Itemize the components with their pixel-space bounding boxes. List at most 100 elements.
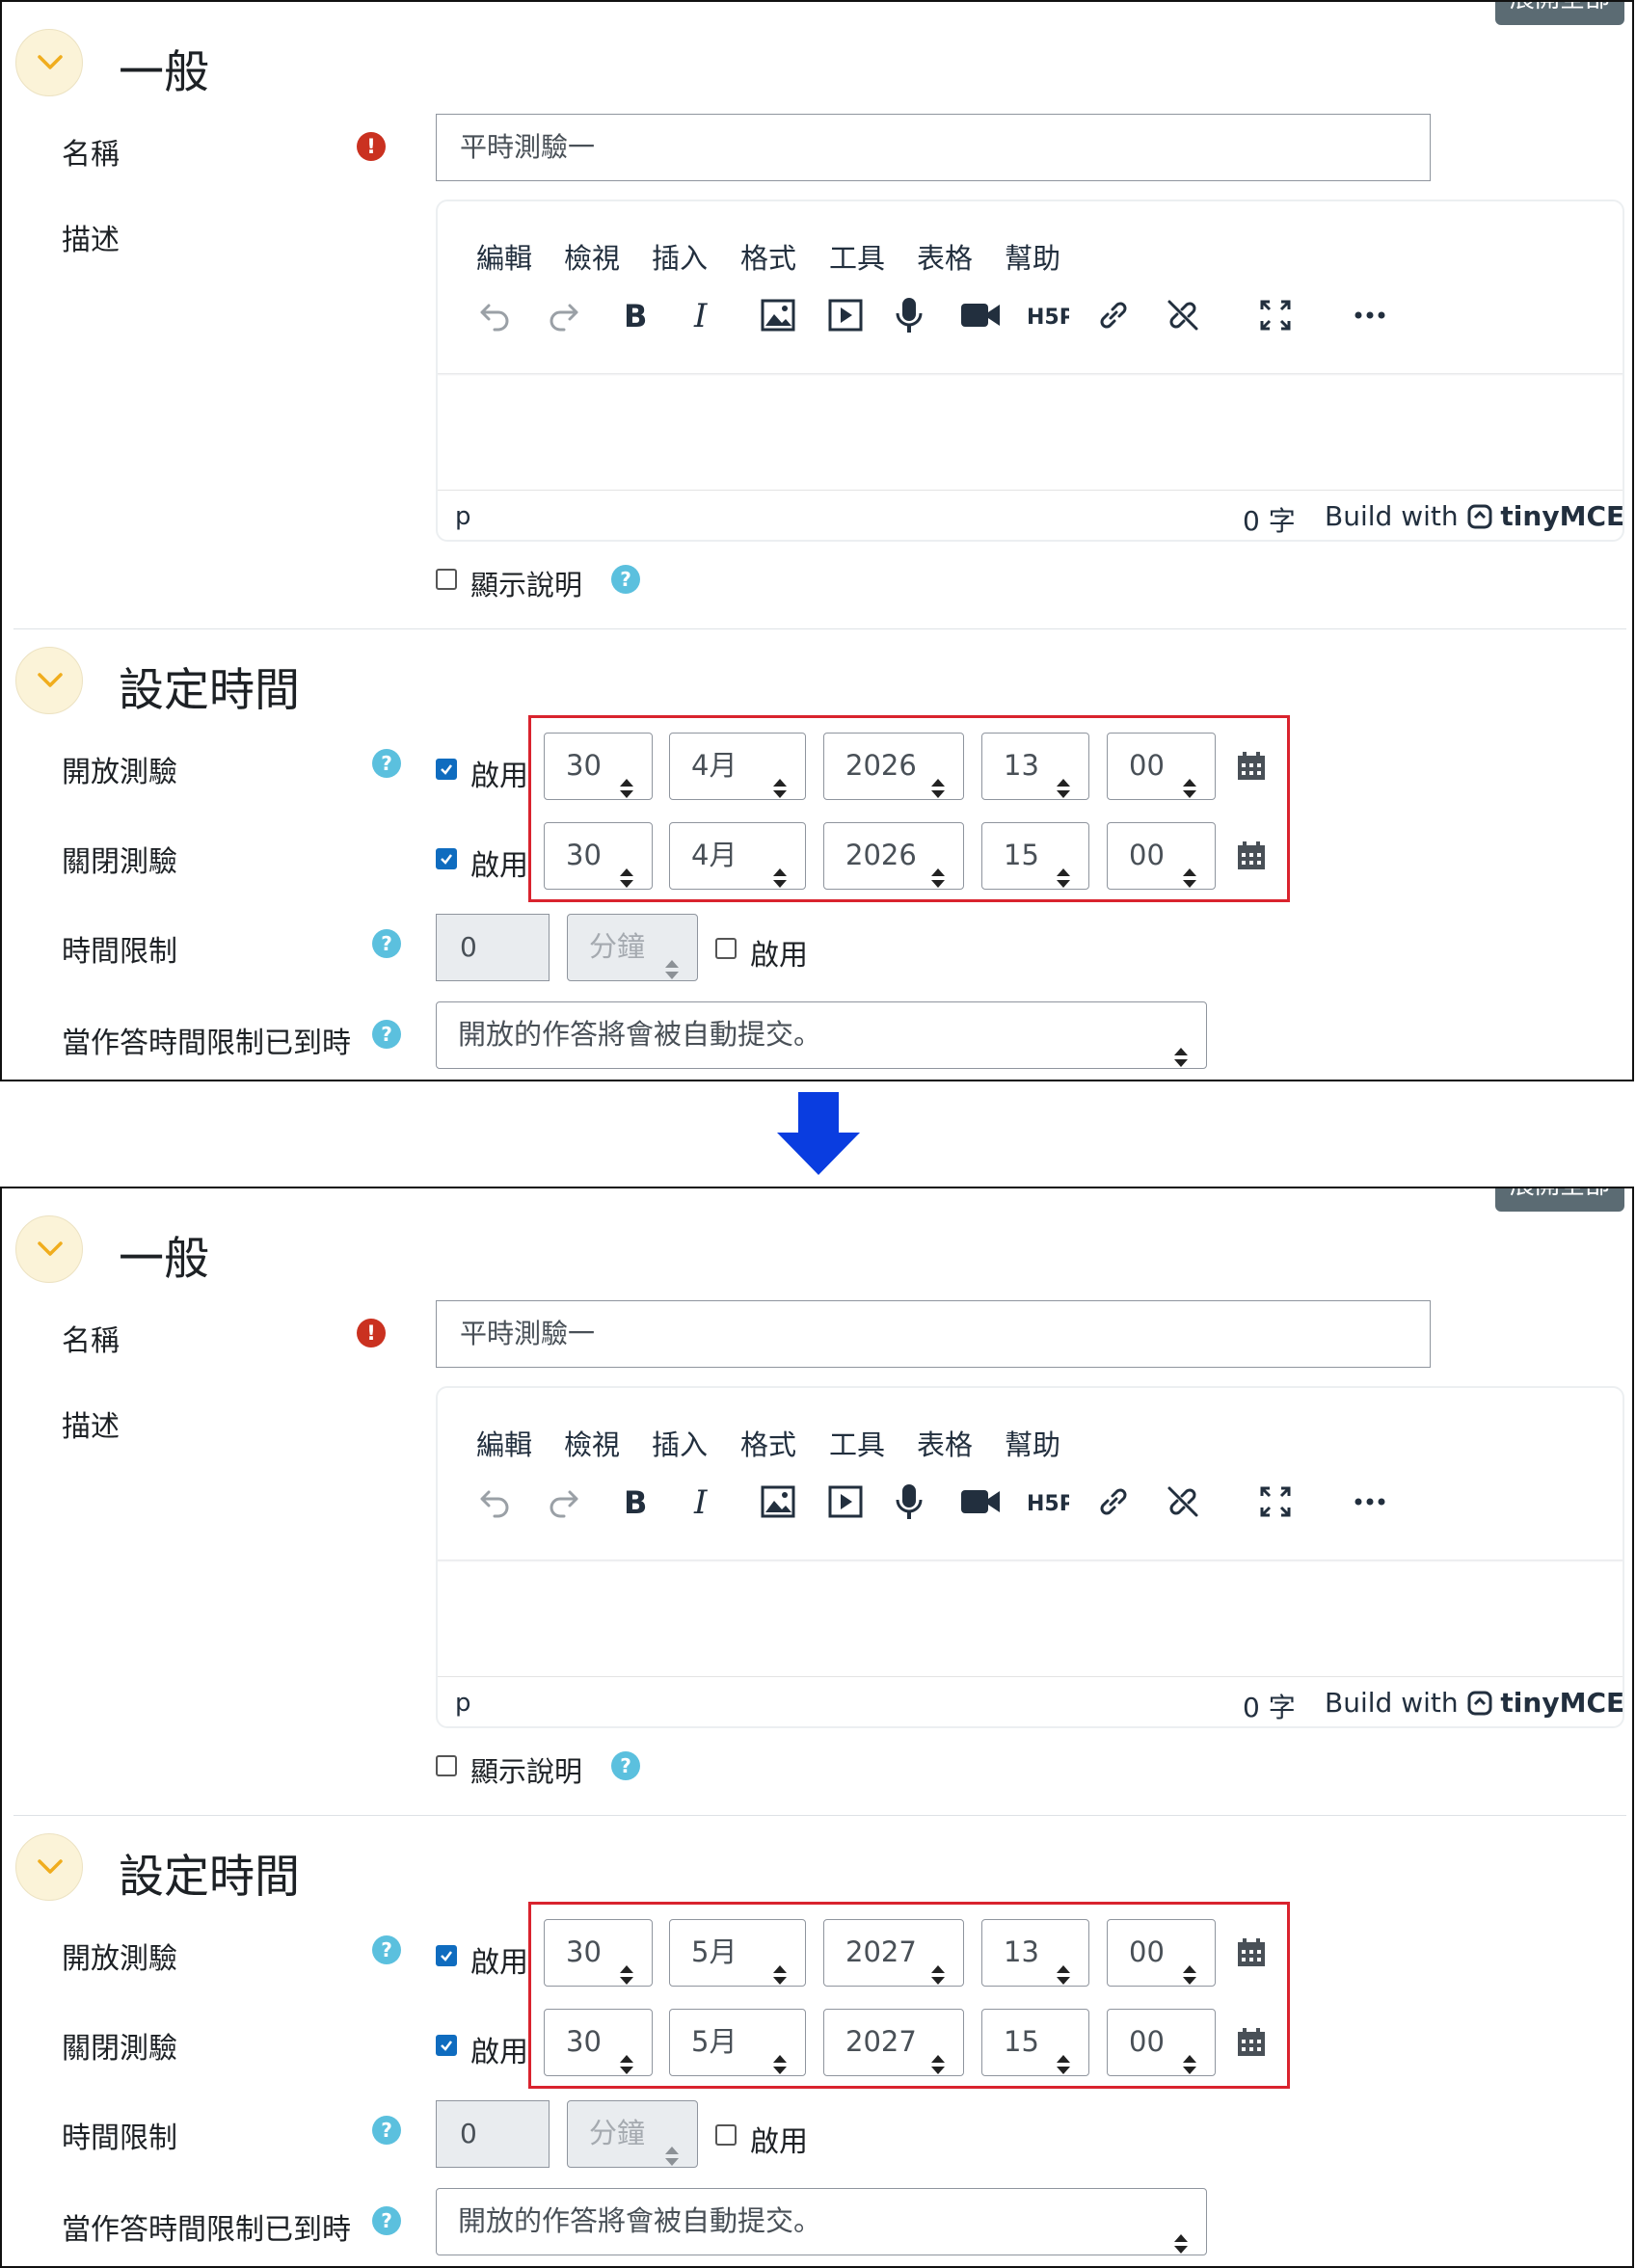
help-icon[interactable]: ? <box>611 1751 640 1780</box>
resize-handle-icon[interactable] <box>1633 1698 1634 1718</box>
h5p-button[interactable]: H5P <box>1022 288 1070 342</box>
help-icon[interactable]: ? <box>611 565 640 594</box>
calendar-icon[interactable] <box>1235 750 1268 783</box>
unlink-button[interactable] <box>1159 1475 1207 1529</box>
undo-button[interactable] <box>470 1475 519 1529</box>
menu-view[interactable]: 檢視 <box>564 1423 620 1463</box>
fullscreen-button[interactable] <box>1251 1475 1300 1529</box>
time-limit-unit-select[interactable]: 分鐘 <box>567 914 698 981</box>
close-enable-checkbox[interactable] <box>436 2035 457 2056</box>
help-icon[interactable]: ? <box>372 2116 401 2145</box>
menu-insert[interactable]: 插入 <box>652 1423 708 1463</box>
calendar-icon[interactable] <box>1235 840 1268 872</box>
media-button[interactable] <box>821 288 870 342</box>
link-button[interactable] <box>1089 288 1138 342</box>
menu-help[interactable]: 幫助 <box>1005 236 1060 277</box>
h5p-button[interactable]: H5P <box>1022 1475 1070 1529</box>
description-editor[interactable]: 編輯 檢視 插入 格式 工具 表格 幫助 B I H5 p 0 字 Build … <box>436 200 1624 542</box>
tinymce-brand[interactable]: Build with tinyMCE <box>1325 500 1634 532</box>
open-day-select[interactable]: 30 <box>544 1919 653 1987</box>
time-limit-enable-checkbox[interactable] <box>715 2124 737 2146</box>
when-expire-select[interactable]: 開放的作答將會被自動提交。 <box>436 2188 1207 2255</box>
bold-button[interactable]: B <box>611 288 659 342</box>
expand-all-button[interactable]: 展開全部 <box>1495 1188 1624 1212</box>
menu-tools[interactable]: 工具 <box>829 236 885 277</box>
open-year-select[interactable]: 2027 <box>823 1919 964 1987</box>
close-day-select[interactable]: 30 <box>544 822 653 890</box>
fullscreen-button[interactable] <box>1251 288 1300 342</box>
close-enable-checkbox[interactable] <box>436 848 457 869</box>
open-month-select[interactable]: 5月 <box>669 1919 806 1987</box>
link-button[interactable] <box>1089 1475 1138 1529</box>
help-icon[interactable]: ? <box>372 929 401 958</box>
menu-view[interactable]: 檢視 <box>564 236 620 277</box>
bold-button[interactable]: B <box>611 1475 659 1529</box>
menu-table[interactable]: 表格 <box>917 236 973 277</box>
help-icon[interactable]: ? <box>372 1020 401 1049</box>
help-icon[interactable]: ? <box>372 2206 401 2235</box>
name-input[interactable]: 平時測驗一 <box>436 1300 1431 1368</box>
name-input[interactable]: 平時測驗一 <box>436 114 1431 181</box>
menu-table[interactable]: 表格 <box>917 1423 973 1463</box>
menu-format[interactable]: 格式 <box>740 1423 796 1463</box>
section-timing-toggle[interactable] <box>15 647 83 714</box>
element-path[interactable]: p <box>455 1689 471 1718</box>
record-audio-button[interactable] <box>885 1475 933 1529</box>
close-month-select[interactable]: 4月 <box>669 822 806 890</box>
tinymce-brand[interactable]: Build with tinyMCE <box>1325 1687 1634 1719</box>
redo-button[interactable] <box>540 1475 588 1529</box>
time-limit-enable-checkbox[interactable] <box>715 938 737 959</box>
close-minute-select[interactable]: 00 <box>1107 2009 1216 2076</box>
image-button[interactable] <box>754 1475 802 1529</box>
close-minute-select[interactable]: 00 <box>1107 822 1216 890</box>
show-description-checkbox[interactable] <box>436 1755 457 1776</box>
word-count[interactable]: 0 字 <box>1243 500 1296 539</box>
open-minute-select[interactable]: 00 <box>1107 733 1216 800</box>
more-button[interactable] <box>1346 288 1394 342</box>
record-video-button[interactable] <box>954 1475 1003 1529</box>
open-enable-checkbox[interactable] <box>436 1945 457 1966</box>
element-path[interactable]: p <box>455 502 471 531</box>
open-hour-select[interactable]: 13 <box>981 733 1089 800</box>
close-month-select[interactable]: 5月 <box>669 2009 806 2076</box>
time-limit-input[interactable]: 0 <box>436 914 550 981</box>
open-hour-select[interactable]: 13 <box>981 1919 1089 1987</box>
menu-format[interactable]: 格式 <box>740 236 796 277</box>
open-day-select[interactable]: 30 <box>544 733 653 800</box>
record-audio-button[interactable] <box>885 288 933 342</box>
show-description-checkbox[interactable] <box>436 569 457 590</box>
media-button[interactable] <box>821 1475 870 1529</box>
menu-tools[interactable]: 工具 <box>829 1423 885 1463</box>
undo-button[interactable] <box>470 288 519 342</box>
description-editor[interactable]: 編輯 檢視 插入 格式 工具 表格 幫助 B I H5 p 0 字 Build … <box>436 1386 1624 1728</box>
open-month-select[interactable]: 4月 <box>669 733 806 800</box>
close-year-select[interactable]: 2026 <box>823 822 964 890</box>
help-icon[interactable]: ? <box>372 749 401 778</box>
open-enable-checkbox[interactable] <box>436 759 457 780</box>
unlink-button[interactable] <box>1159 288 1207 342</box>
close-hour-select[interactable]: 15 <box>981 2009 1089 2076</box>
close-hour-select[interactable]: 15 <box>981 822 1089 890</box>
menu-edit[interactable]: 編輯 <box>476 1423 532 1463</box>
expand-all-button[interactable]: 展開全部 <box>1495 2 1624 25</box>
calendar-icon[interactable] <box>1235 2026 1268 2059</box>
open-minute-select[interactable]: 00 <box>1107 1919 1216 1987</box>
time-limit-unit-select[interactable]: 分鐘 <box>567 2100 698 2168</box>
section-general-toggle[interactable] <box>15 29 83 96</box>
record-video-button[interactable] <box>954 288 1003 342</box>
menu-help[interactable]: 幫助 <box>1005 1423 1060 1463</box>
section-timing-toggle[interactable] <box>15 1833 83 1901</box>
close-day-select[interactable]: 30 <box>544 2009 653 2076</box>
menu-edit[interactable]: 編輯 <box>476 236 532 277</box>
menu-insert[interactable]: 插入 <box>652 236 708 277</box>
when-expire-select[interactable]: 開放的作答將會被自動提交。 <box>436 1001 1207 1069</box>
open-year-select[interactable]: 2026 <box>823 733 964 800</box>
more-button[interactable] <box>1346 1475 1394 1529</box>
image-button[interactable] <box>754 288 802 342</box>
italic-button[interactable]: I <box>679 1475 727 1529</box>
italic-button[interactable]: I <box>679 288 727 342</box>
section-general-toggle[interactable] <box>15 1215 83 1283</box>
help-icon[interactable]: ? <box>372 1935 401 1964</box>
resize-handle-icon[interactable] <box>1633 512 1634 531</box>
redo-button[interactable] <box>540 288 588 342</box>
